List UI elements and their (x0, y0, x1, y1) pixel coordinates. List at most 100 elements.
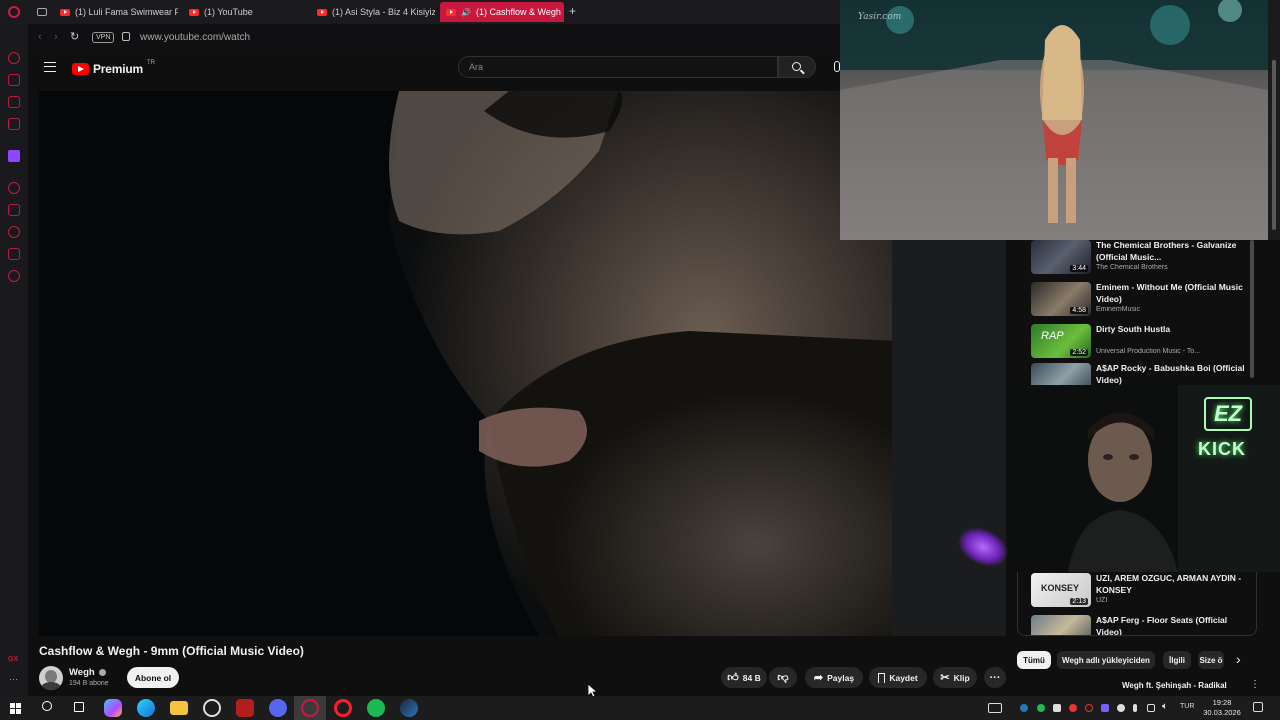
video-title[interactable]: Eminem - Without Me (Official Music Vide… (1096, 282, 1246, 305)
player-icon[interactable] (8, 182, 20, 194)
chip-for-you[interactable]: Size ö (1198, 651, 1224, 669)
input-language[interactable]: TUR (1180, 703, 1194, 710)
video-thumbnail[interactable]: 4:58 (1031, 282, 1091, 316)
list-item[interactable]: KONSEY 2:13 UZI, AREM OZGUC, ARMAN AYDIN… (1031, 573, 1251, 609)
history-icon[interactable] (8, 52, 20, 64)
search-input[interactable] (459, 57, 777, 77)
file-explorer-icon[interactable] (170, 701, 188, 715)
vk-icon[interactable] (8, 118, 20, 130)
network-icon[interactable] (1147, 704, 1155, 712)
system-clock[interactable]: 19:28 30.03.2026 (1200, 698, 1244, 718)
more-actions-button[interactable]: ··· (984, 667, 1006, 688)
video-thumbnail[interactable] (1031, 363, 1091, 385)
menu-icon[interactable] (44, 62, 56, 72)
channel-name[interactable]: Universal Production Music - To... (1096, 348, 1246, 355)
video-title[interactable]: A$AP Rocky - Babushka Boi (Official Vide… (1096, 363, 1246, 385)
opera-tray-icon[interactable] (1085, 704, 1093, 712)
pip-scrollbar[interactable] (1268, 0, 1280, 240)
clock-time: 19:28 (1212, 698, 1232, 707)
steam-icon[interactable] (400, 699, 418, 717)
tab-luli-fama[interactable]: (1) Luli Fama Swimwear Fa (54, 2, 178, 22)
channel-name[interactable]: EminemMusic (1096, 306, 1246, 313)
save-button[interactable]: Kaydet (869, 667, 927, 688)
search-button[interactable] (778, 56, 816, 78)
app-icon[interactable] (203, 699, 221, 717)
extensions-icon[interactable] (8, 248, 20, 260)
logo-text: Premium (93, 62, 143, 76)
voicemod-icon[interactable] (236, 699, 254, 717)
edge-icon[interactable] (137, 699, 155, 717)
microphone-tray-icon[interactable] (1133, 704, 1137, 712)
back-icon[interactable]: ‹ (38, 31, 42, 43)
volume-icon[interactable]: 🔈︎ (1162, 701, 1168, 712)
video-thumbnail[interactable]: KONSEY 2:13 (1031, 573, 1091, 607)
clock-icon[interactable] (8, 226, 20, 238)
discord-tray-icon[interactable] (1053, 704, 1061, 712)
tab-label: (1) Luli Fama Swimwear Fa (75, 7, 178, 17)
more-options-icon[interactable]: ··· (9, 674, 18, 684)
discord-icon[interactable] (269, 699, 287, 717)
messenger-icon[interactable] (8, 96, 20, 108)
video-thumbnail[interactable]: 3:44 (1031, 240, 1091, 274)
windows-start-icon[interactable] (10, 703, 21, 714)
video-title[interactable]: Dirty South Hustla (1096, 324, 1246, 336)
app-tray-icon-2[interactable] (1101, 704, 1109, 712)
youtube-premium-logo[interactable]: Premium TR (72, 60, 155, 76)
video-title[interactable]: The Chemical Brothers - Galvanize (Offic… (1096, 240, 1246, 263)
twitch-icon[interactable] (8, 150, 20, 162)
chip-related[interactable]: İlgili (1163, 651, 1191, 669)
kick-logo: KICK (1198, 439, 1246, 459)
app-tray-icon[interactable] (1069, 704, 1077, 712)
channel-name[interactable]: Wegh (69, 667, 107, 678)
video-thumbnail[interactable]: RAP 2:52 (1031, 324, 1091, 358)
dislike-button[interactable]: 👎︎ (769, 667, 797, 688)
app-tray-icon-3[interactable] (1117, 704, 1125, 712)
forward-icon[interactable]: › (54, 31, 58, 43)
opera-icon[interactable] (334, 699, 352, 717)
channel-name[interactable]: UZI (1096, 597, 1246, 604)
url-field[interactable]: www.youtube.com/watch (140, 32, 250, 43)
video-title[interactable]: A$AP Ferg - Floor Seats (Official Video) (1096, 615, 1246, 635)
reload-icon[interactable]: ↻ (70, 30, 79, 43)
steam-tray-icon[interactable] (1020, 704, 1028, 712)
chips-next-icon[interactable]: › (1236, 651, 1241, 667)
share-button[interactable]: ➦ Paylaş (805, 667, 863, 688)
opera-logo-icon[interactable] (8, 6, 20, 18)
list-item[interactable]: 3:44 The Chemical Brothers - Galvanize (… (1031, 240, 1251, 276)
settings-icon[interactable] (8, 270, 20, 282)
list-item[interactable]: A$AP Rocky - Babushka Boi (Official Vide… (1031, 363, 1251, 385)
channel-name[interactable]: The Chemical Brothers (1096, 264, 1246, 271)
list-item[interactable]: RAP 2:52 Dirty South Hustla Universal Pr… (1031, 324, 1251, 360)
tab-overview-icon[interactable] (37, 8, 47, 16)
tab-youtube[interactable]: (1) YouTube (183, 2, 307, 22)
task-view-icon[interactable] (74, 702, 84, 712)
tab-cashflow-wegh[interactable]: 🔊 (1) Cashflow & Wegh (440, 2, 564, 22)
next-video-menu-icon[interactable]: ⋮ (1250, 679, 1260, 690)
video-title[interactable]: UZI, AREM OZGUC, ARMAN AYDIN - KONSEY (1096, 573, 1246, 596)
new-tab-button[interactable]: + (569, 4, 576, 18)
notifications-icon[interactable] (1253, 702, 1263, 712)
opera-gx-icon[interactable] (301, 699, 319, 717)
subscribe-button[interactable]: Abone ol (127, 667, 179, 688)
aria-icon[interactable] (8, 74, 20, 86)
next-video-title[interactable]: Wegh ft. Şehinşah - Radikal (1122, 681, 1227, 690)
video-thumbnail[interactable] (1031, 615, 1091, 635)
chip-all[interactable]: Tümü (1017, 651, 1051, 669)
clip-label: Klip (953, 672, 970, 683)
tab-asi-styla[interactable]: (1) Asi Styla - Biz 4 Kisiyiz (311, 2, 435, 22)
vpn-badge[interactable]: VPN (92, 32, 115, 43)
spotify-icon[interactable] (367, 699, 385, 717)
chip-from-uploader[interactable]: Wegh adlı yükleyiciden (1057, 651, 1155, 669)
gx-icon[interactable]: GX (8, 656, 18, 663)
copilot-icon[interactable] (104, 699, 122, 717)
clip-button[interactable]: ✂ Klip (933, 667, 977, 688)
channel-avatar[interactable] (39, 666, 63, 690)
list-item[interactable]: 4:58 Eminem - Without Me (Official Music… (1031, 282, 1251, 318)
spotify-tray-icon[interactable] (1037, 704, 1045, 712)
news-widget-icon[interactable] (988, 703, 1002, 713)
bookmarks-icon[interactable] (8, 204, 20, 216)
picture-in-picture-video[interactable]: Yasir.com (840, 0, 1268, 240)
search-taskbar-icon[interactable] (42, 701, 52, 711)
list-item[interactable]: A$AP Ferg - Floor Seats (Official Video) (1031, 615, 1251, 635)
like-button[interactable]: 👍︎ 84 B (721, 667, 767, 688)
